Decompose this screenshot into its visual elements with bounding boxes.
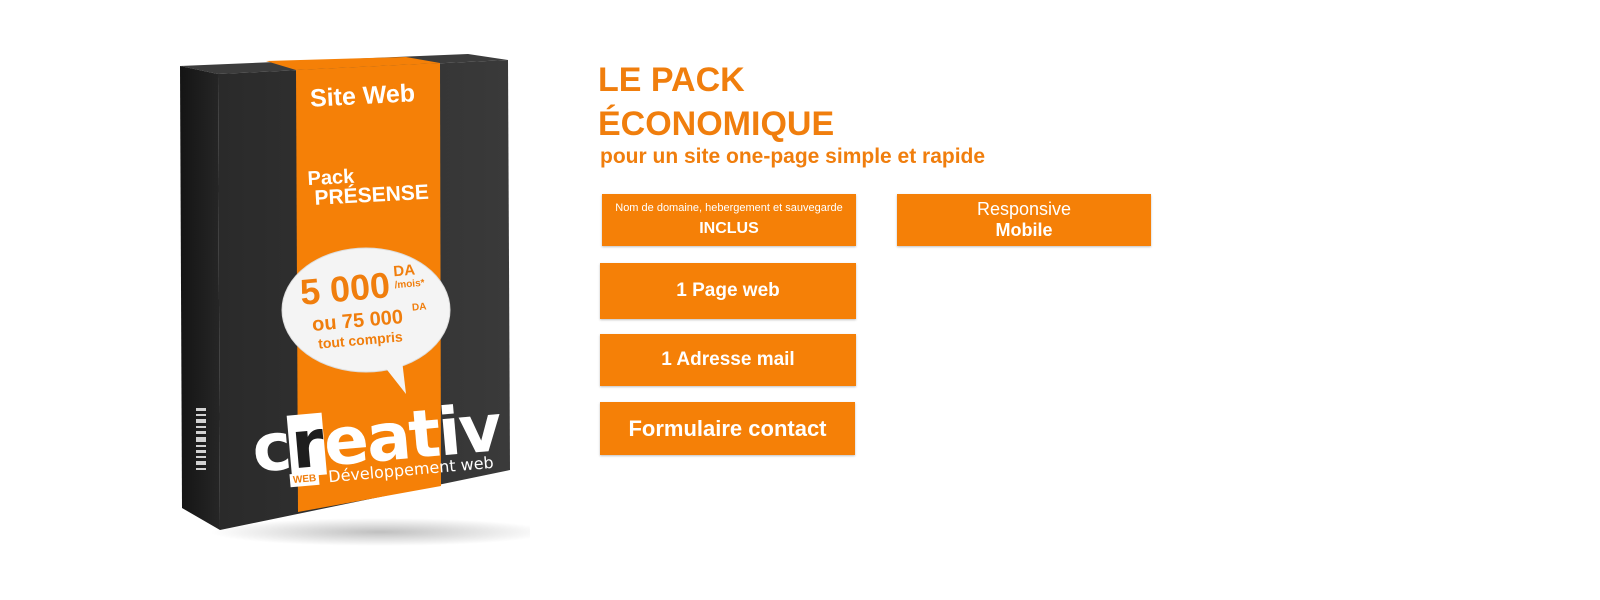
box-label-site: Site Web xyxy=(309,79,416,113)
logo-badge: WEB xyxy=(289,471,320,488)
product-box: Site Web Pack PRÉSENSE 5 000 DA /mois* o… xyxy=(170,40,530,550)
page-title-line1: LE PACK xyxy=(598,61,745,99)
price-main: 5 000 xyxy=(298,264,392,313)
feature-domain-value: INCLUS xyxy=(699,220,759,237)
price-main-unit: DA /mois* xyxy=(393,261,426,294)
feature-responsive-value: Mobile xyxy=(995,220,1053,240)
box-label-pack: Pack PRÉSENSE xyxy=(307,163,429,210)
feature-responsive: Responsive Mobile xyxy=(897,194,1151,246)
page-subtitle: pour un site one-page simple et rapide xyxy=(600,145,986,168)
feature-domain-label: Nom de domaine, hebergement et sauvegard… xyxy=(615,202,843,214)
price-main-period: /mois* xyxy=(394,277,426,292)
feature-contact-form: Formulaire contact xyxy=(600,402,855,455)
feature-page: 1 Page web xyxy=(600,263,856,319)
price-alt-currency: DA xyxy=(411,301,427,314)
feature-mail: 1 Adresse mail xyxy=(600,334,856,386)
logo-letter-r: r xyxy=(286,404,327,485)
page-title: LE PACK ÉCONOMIQUE xyxy=(598,58,834,146)
feature-domain: Nom de domaine, hebergement et sauvegard… xyxy=(602,194,856,246)
feature-responsive-label: Responsive xyxy=(976,199,1072,219)
page-title-line2: ÉCONOMIQUE xyxy=(598,105,835,143)
